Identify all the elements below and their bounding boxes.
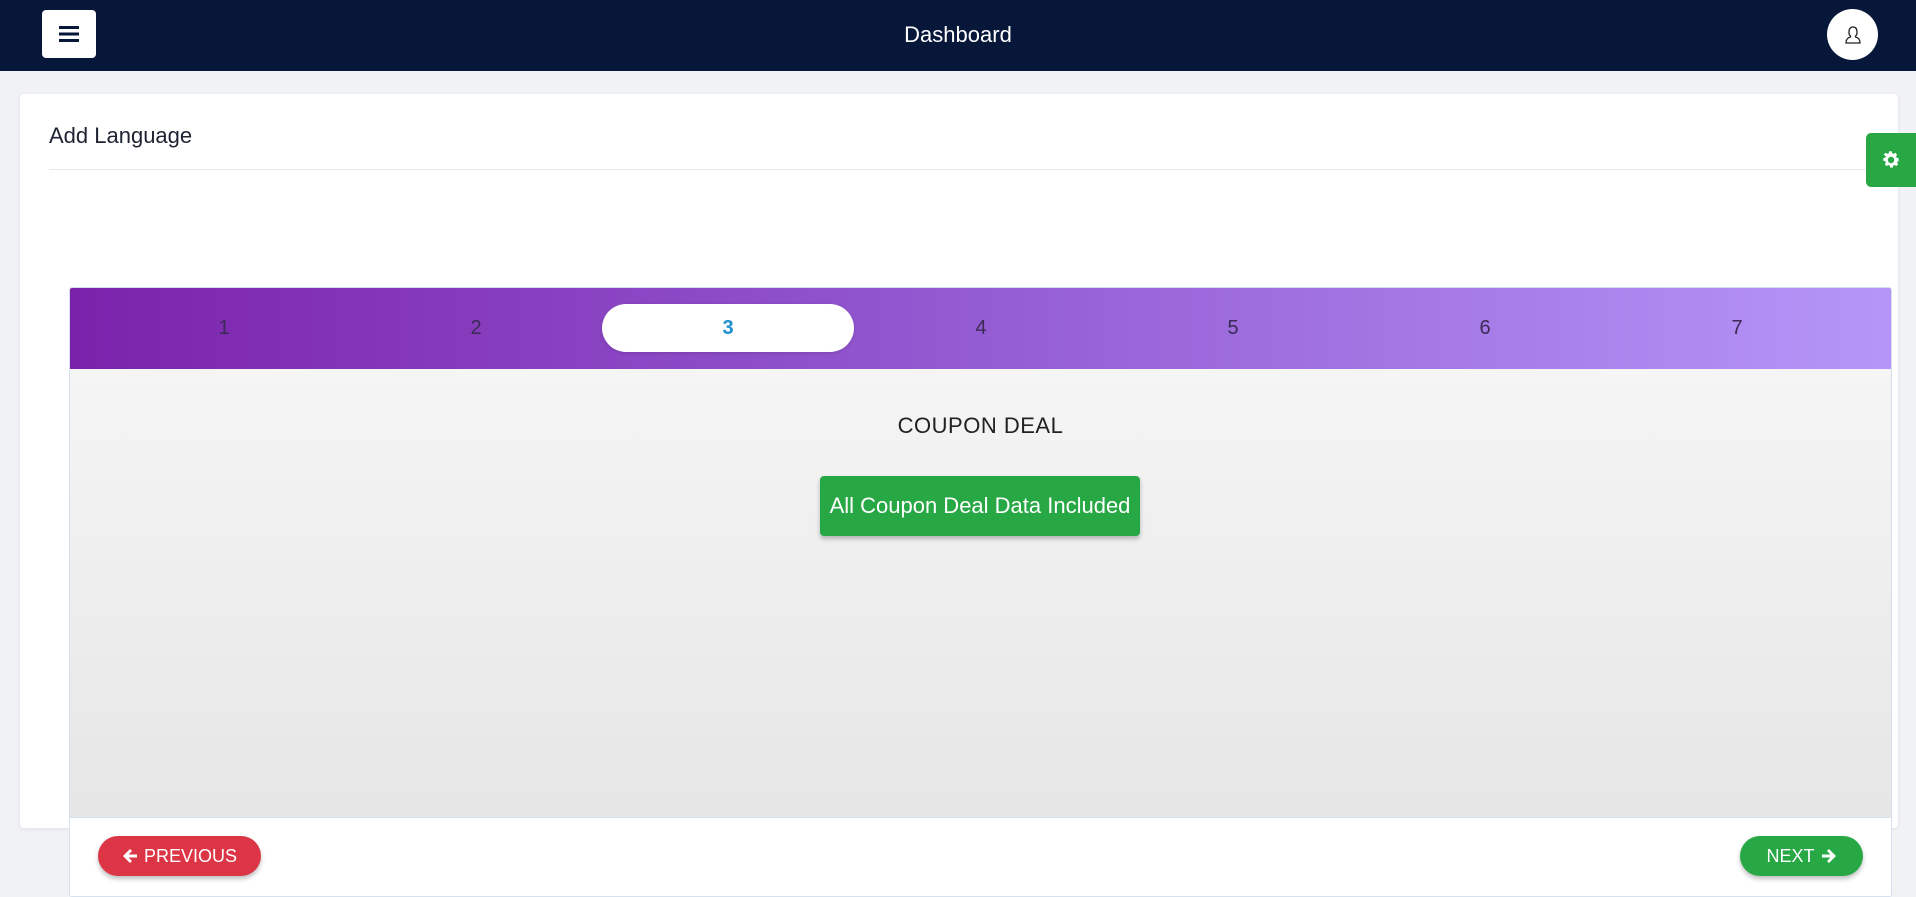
gear-icon [1883, 151, 1900, 168]
wizard-steps: 1 2 3 4 5 6 7 [70, 288, 1891, 369]
step-5[interactable]: 5 [1107, 304, 1359, 352]
step-3[interactable]: 3 [602, 304, 854, 352]
user-icon [1844, 25, 1861, 44]
settings-toggle-button[interactable] [1866, 133, 1916, 187]
top-navbar: Dashboard [0, 0, 1916, 71]
arrow-left-icon [122, 849, 137, 863]
step-2[interactable]: 2 [350, 304, 602, 352]
step-6[interactable]: 6 [1359, 304, 1611, 352]
divider [49, 169, 1869, 170]
step-7[interactable]: 7 [1611, 304, 1863, 352]
step-wizard: 1 2 3 4 5 6 7 COUPON DEAL All Coupon Dea… [69, 287, 1892, 897]
all-coupon-deal-included-button[interactable]: All Coupon Deal Data Included [820, 476, 1140, 536]
step-4[interactable]: 4 [855, 304, 1107, 352]
next-button[interactable]: NEXT [1740, 836, 1863, 876]
previous-label: PREVIOUS [143, 845, 238, 866]
step-1[interactable]: 1 [98, 304, 350, 352]
card-title: Add Language [49, 123, 193, 148]
wizard-body: COUPON DEAL All Coupon Deal Data Include… [70, 369, 1891, 817]
page-title: Dashboard [904, 22, 1012, 47]
add-language-card: Add Language 1 2 3 4 5 6 7 COUPON DEAL A… [20, 94, 1898, 897]
wizard-footer: PREVIOUS NEXT [70, 817, 1891, 896]
next-label: NEXT [1766, 845, 1815, 866]
previous-button[interactable]: PREVIOUS [98, 836, 261, 876]
arrow-right-icon [1821, 849, 1836, 863]
user-menu-button[interactable] [1827, 9, 1878, 60]
section-title: COUPON DEAL [897, 413, 1064, 438]
